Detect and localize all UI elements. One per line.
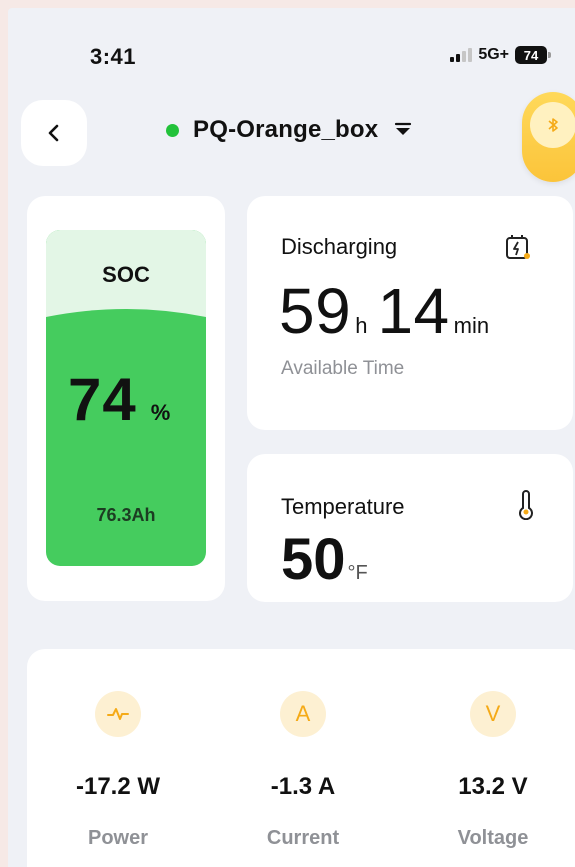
- soc-value-group: 74 %: [68, 365, 170, 434]
- battery-icon: 74: [515, 46, 551, 64]
- soc-label: SOC: [102, 262, 150, 287]
- discharging-card: Discharging 59 h 14 min Available Time: [247, 196, 573, 430]
- network-type: 5G+: [478, 46, 509, 63]
- voltage-label: Voltage: [457, 827, 529, 849]
- current-icon: A: [280, 691, 326, 737]
- temperature-title: Temperature: [281, 494, 405, 519]
- bluetooth-knob: [530, 102, 575, 148]
- battery-level: 74: [523, 47, 539, 63]
- device-name: PQ-Orange_box: [193, 116, 379, 143]
- hours-unit: h: [355, 313, 368, 338]
- chevron-left-icon: [48, 124, 59, 142]
- soc-capacity: 76.3Ah: [96, 505, 156, 525]
- temperature-card: Temperature 50 °F: [247, 454, 573, 602]
- power-value: -17.2 W: [75, 773, 161, 800]
- soc-unit: %: [150, 400, 171, 425]
- signal-icon: [450, 48, 473, 62]
- voltage-icon: V: [470, 691, 516, 737]
- minutes-value: 14: [377, 275, 450, 347]
- battery-charging-icon: [506, 235, 530, 259]
- temperature-value: 50: [281, 527, 346, 592]
- discharging-title: Discharging: [281, 234, 398, 259]
- status-indicators: 5G+ 74: [450, 46, 551, 64]
- dropdown-icon: [395, 122, 412, 135]
- minutes-unit: min: [453, 313, 490, 338]
- bluetooth-toggle[interactable]: [522, 92, 575, 182]
- metrics-card: -17.2 W Power A -1.3 A Current V 13.2 V …: [27, 649, 575, 867]
- back-button[interactable]: [21, 100, 87, 166]
- device-selector[interactable]: PQ-Orange_box: [166, 116, 412, 144]
- thermometer-icon: [519, 490, 533, 520]
- temperature-value-group: 50 °F: [281, 526, 368, 593]
- voltage-value: 13.2 V: [458, 773, 528, 800]
- soc-value: 74: [68, 366, 137, 433]
- current-label: Current: [266, 827, 340, 849]
- soc-gauge: SOC 74 % 76.3Ah: [46, 230, 206, 566]
- available-time: 59 h 14 min: [279, 274, 499, 348]
- temperature-unit: °F: [347, 562, 368, 584]
- app-screen: 3:41 5G+ 74 PQ-Orange_box SOC 74 % 76.3A…: [8, 8, 575, 867]
- current-value: -1.3 A: [270, 773, 336, 800]
- status-time: 3:41: [90, 44, 137, 69]
- power-label: Power: [87, 827, 149, 849]
- bluetooth-icon: [548, 118, 558, 132]
- soc-wave: [46, 309, 206, 355]
- hours-value: 59: [279, 275, 352, 347]
- pulse-icon: [95, 691, 141, 737]
- available-time-label: Available Time: [281, 358, 405, 379]
- soc-card: SOC 74 % 76.3Ah: [27, 196, 225, 601]
- connection-status-dot: [166, 123, 179, 137]
